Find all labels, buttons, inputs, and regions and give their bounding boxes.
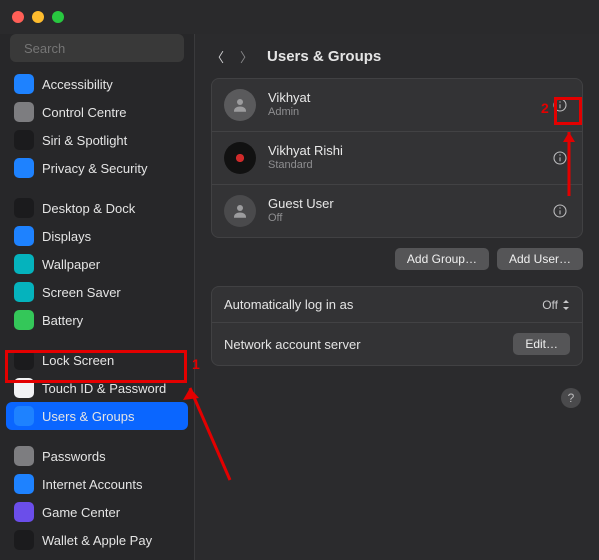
sidebar-icon — [14, 350, 34, 370]
sidebar-item-label: Users & Groups — [42, 409, 134, 424]
sidebar-item-wallpaper[interactable]: Wallpaper — [6, 250, 188, 278]
sidebar-icon — [14, 502, 34, 522]
header: 〈 〉 Users & Groups — [211, 34, 583, 78]
add-user-button[interactable]: Add User… — [497, 248, 583, 270]
sidebar-item-passwords[interactable]: Passwords — [6, 442, 188, 470]
sidebar-item-label: Passwords — [42, 449, 106, 464]
sidebar-icon — [14, 406, 34, 426]
sidebar-icon — [14, 378, 34, 398]
sidebar-item-users-groups[interactable]: Users & Groups — [6, 402, 188, 430]
sidebar-item-label: Accessibility — [42, 77, 113, 92]
sidebar-item-label: Game Center — [42, 505, 120, 520]
minimize-icon[interactable] — [32, 11, 44, 23]
sidebar-icon — [14, 310, 34, 330]
sidebar-item-label: Wallpaper — [42, 257, 100, 272]
info-icon[interactable] — [550, 95, 570, 115]
sidebar-item-privacy-security[interactable]: Privacy & Security — [6, 154, 188, 182]
sidebar-item-internet-accounts[interactable]: Internet Accounts — [6, 470, 188, 498]
user-info: Guest UserOff — [268, 196, 538, 226]
help-row: ? — [211, 382, 583, 414]
user-info: VikhyatAdmin — [268, 90, 538, 120]
add-group-button[interactable]: Add Group… — [395, 248, 489, 270]
user-name: Guest User — [268, 196, 538, 212]
sidebar-icon — [14, 446, 34, 466]
sidebar-item-accessibility[interactable]: Accessibility — [6, 70, 188, 98]
sidebar-item-siri-spotlight[interactable]: Siri & Spotlight — [6, 126, 188, 154]
sidebar-icon — [14, 254, 34, 274]
sidebar-icon — [14, 158, 34, 178]
network-account-label: Network account server — [224, 337, 361, 352]
sidebar-icon — [14, 130, 34, 150]
user-role: Off — [268, 212, 538, 226]
sidebar-list: Accessibility Control Centre Siri & Spotli… — [0, 70, 194, 560]
sidebar-item-label: Battery — [42, 313, 83, 328]
auto-login-label: Automatically log in as — [224, 297, 353, 312]
user-role: Admin — [268, 106, 538, 120]
page-title: Users & Groups — [267, 48, 381, 65]
sidebar: Accessibility Control Centre Siri & Spotli… — [0, 34, 195, 560]
auto-login-row[interactable]: Automatically log in as Off — [212, 287, 582, 323]
sidebar-icon — [14, 74, 34, 94]
updown-chevron-icon — [562, 300, 570, 310]
window-controls — [12, 11, 64, 23]
help-button[interactable]: ? — [561, 388, 581, 408]
avatar — [224, 142, 256, 174]
edit-button[interactable]: Edit… — [513, 333, 570, 355]
main-panel: 〈 〉 Users & Groups VikhyatAdmin Vikhyat R… — [195, 34, 599, 560]
nav-arrows: 〈 〉 — [211, 47, 253, 66]
auto-login-value: Off — [542, 298, 558, 312]
user-name: Vikhyat Rishi — [268, 143, 538, 159]
sidebar-icon — [14, 226, 34, 246]
sidebar-icon — [14, 282, 34, 302]
sidebar-item-label: Wallet & Apple Pay — [42, 533, 152, 548]
zoom-icon[interactable] — [52, 11, 64, 23]
sidebar-icon — [14, 198, 34, 218]
titlebar — [0, 0, 599, 34]
user-name: Vikhyat — [268, 90, 538, 106]
sidebar-item-label: Screen Saver — [42, 285, 121, 300]
user-row: VikhyatAdmin — [212, 79, 582, 132]
sidebar-icon — [14, 102, 34, 122]
avatar — [224, 89, 256, 121]
forward-button: 〉 — [240, 47, 253, 66]
user-row: Guest UserOff — [212, 185, 582, 237]
users-card: VikhyatAdmin Vikhyat RishiStandard Guest U… — [211, 78, 583, 238]
sidebar-item-wallet-apple-pay[interactable]: Wallet & Apple Pay — [6, 526, 188, 554]
sidebar-item-label: Siri & Spotlight — [42, 133, 127, 148]
search-input[interactable] — [24, 41, 200, 56]
user-role: Standard — [268, 159, 538, 173]
user-info: Vikhyat RishiStandard — [268, 143, 538, 173]
login-settings-card: Automatically log in as Off Network acco… — [211, 286, 583, 366]
back-button[interactable]: 〈 — [211, 47, 224, 66]
sidebar-item-touch-id-password[interactable]: Touch ID & Password — [6, 374, 188, 402]
sidebar-icon — [14, 474, 34, 494]
sidebar-item-battery[interactable]: Battery — [6, 306, 188, 334]
sidebar-item-label: Displays — [42, 229, 91, 244]
info-icon[interactable] — [550, 148, 570, 168]
sidebar-item-label: Lock Screen — [42, 353, 114, 368]
footer-buttons: Add Group… Add User… — [211, 248, 583, 270]
sidebar-icon — [14, 530, 34, 550]
avatar — [224, 195, 256, 227]
sidebar-item-label: Internet Accounts — [42, 477, 142, 492]
sidebar-item-label: Desktop & Dock — [42, 201, 135, 216]
sidebar-item-label: Touch ID & Password — [42, 381, 166, 396]
network-account-row: Network account server Edit… — [212, 323, 582, 365]
search-box[interactable] — [10, 34, 184, 62]
auto-login-popup[interactable]: Off — [542, 298, 570, 312]
sidebar-item-label: Control Centre — [42, 105, 127, 120]
info-icon[interactable] — [550, 201, 570, 221]
close-icon[interactable] — [12, 11, 24, 23]
sidebar-item-screen-saver[interactable]: Screen Saver — [6, 278, 188, 306]
sidebar-item-lock-screen[interactable]: Lock Screen — [6, 346, 188, 374]
user-row: Vikhyat RishiStandard — [212, 132, 582, 185]
sidebar-item-control-centre[interactable]: Control Centre — [6, 98, 188, 126]
sidebar-item-desktop-dock[interactable]: Desktop & Dock — [6, 194, 188, 222]
sidebar-item-game-center[interactable]: Game Center — [6, 498, 188, 526]
sidebar-item-displays[interactable]: Displays — [6, 222, 188, 250]
sidebar-item-label: Privacy & Security — [42, 161, 147, 176]
